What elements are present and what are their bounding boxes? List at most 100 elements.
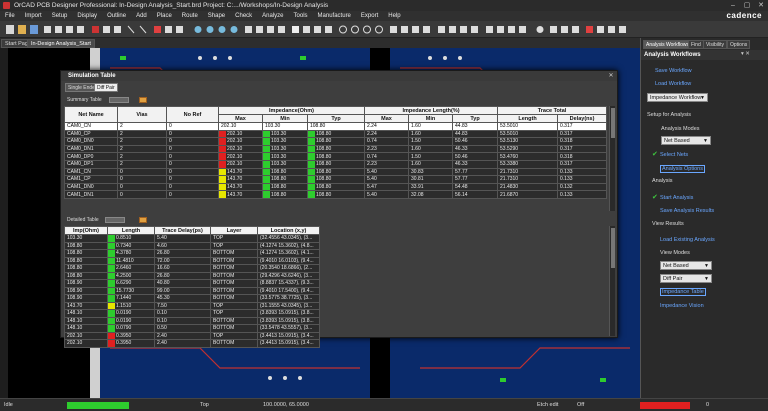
table-cell[interactable]: 103.30 [262,122,308,131]
table-cell[interactable]: 0 [166,122,219,131]
table-cell[interactable]: 0.133 [557,175,608,184]
col-no-ref[interactable]: No Ref [166,106,219,123]
table-cell[interactable]: TOP [210,234,258,243]
table-cell[interactable]: 0.318 [557,152,608,161]
table-cell[interactable]: 21.7310 [497,175,559,184]
table-cell[interactable]: 21.4830 [497,182,559,192]
table-cell[interactable]: BOTTOM [210,256,258,265]
table-cell[interactable]: 108.80 [306,159,366,169]
table-row[interactable]: 108.90 7.1440 45.30 BOTTOM (33.5775 38.7725)… [64,294,320,303]
tab-analysis-workflows[interactable]: Analysis Workflows [643,40,692,49]
table-cell[interactable]: 7.1440 [107,294,155,303]
col-len-typ[interactable]: Typ [452,114,499,123]
table-cell[interactable]: 202.10 [218,144,263,154]
table-cell[interactable]: BOTTOM [210,271,258,280]
menu-shape[interactable]: Shape [203,11,230,21]
table-cell[interactable]: 108.80 [306,190,366,199]
table-cell[interactable]: 143.70 [218,182,263,192]
table-cell[interactable]: 0 [166,159,219,169]
table-cell[interactable]: 0.8510 [107,234,155,243]
tab-options[interactable]: Options [727,40,751,49]
table-cell[interactable]: 0 [166,144,219,154]
table-cell[interactable]: 5.40 [154,234,211,243]
table-row[interactable]: 148.10 0.0190 0.10 TOP (3.8393 15.0915), (3.… [64,309,320,318]
table-cell[interactable]: 1.60 [408,144,454,154]
col-len-max[interactable]: Max [364,114,410,123]
tab-board[interactable]: In-Design Analysis_Start [27,39,95,48]
col-imp-typ[interactable]: Typ [306,114,366,123]
col-location[interactable]: Location (x,y) [257,226,320,235]
maximize-button[interactable]: ▢ [740,0,754,11]
table-cell[interactable]: 148.10 [64,324,108,333]
table-cell[interactable]: TOP [210,331,258,340]
table-cell[interactable]: 202.10 [218,152,263,161]
table-cell[interactable]: 0.0190 [107,309,155,318]
load-existing-link[interactable]: Load Existing Analysis [660,237,715,243]
table-row[interactable]: 108.80 0.7340 4.60 TOP (4.1274 15.3602), (4.… [64,241,320,250]
table-cell[interactable]: 0.74 [364,152,410,161]
table-cell[interactable]: 143.70 [218,167,263,177]
menu-route[interactable]: Route [177,11,203,21]
table-cell[interactable]: 57.77 [452,167,499,177]
table-cell[interactable]: 108.80 [262,182,308,192]
summary-scrollbar[interactable] [609,106,615,211]
table-cell[interactable]: BOTTOM [210,316,258,325]
table-cell[interactable]: BOTTOM [210,264,258,273]
table-cell[interactable]: 202.10 [218,159,263,169]
tab-visibility[interactable]: Visibility [703,40,727,49]
table-cell[interactable]: 0.3950 [107,331,155,340]
col-len-min[interactable]: Min [408,114,454,123]
table-cell[interactable]: 108.80 [262,190,308,199]
table-cell[interactable]: 0 [166,167,219,177]
table-cell[interactable]: 0.317 [557,129,608,139]
table-cell[interactable]: 0 [166,129,219,139]
col-imp-min[interactable]: Min [262,114,308,123]
table-cell[interactable]: 108.80 [64,256,108,265]
table-cell[interactable]: 108.80 [306,122,366,131]
menu-file[interactable]: File [0,11,20,21]
table-row[interactable]: 108.90 6.6290 40.80 BOTTOM (8.8837 15.4337),… [64,279,320,288]
col-trace-delay[interactable]: Trace Delay(ps) [154,226,211,235]
table-cell[interactable]: 2 [117,122,167,131]
table-cell[interactable]: 44.83 [452,122,499,131]
table-row[interactable]: 108.80 4.2500 26.80 BOTTOM (29.4296 43.6246)… [64,271,320,280]
menu-setup[interactable]: Setup [47,11,73,21]
table-cell[interactable]: 21.7310 [497,167,559,177]
table-cell[interactable]: 53.5290 [497,144,559,154]
table-cell[interactable]: 0.133 [557,167,608,177]
table-cell[interactable]: CAM1_DN1 [64,190,118,199]
table-row[interactable]: 143.70 1.1510 7.50 TOP (31.1555 43.0345), (3… [64,301,320,310]
table-cell[interactable]: 0 [166,182,219,192]
workflow-select[interactable]: Impedance Workflow ▼ [647,93,708,102]
col-vias[interactable]: Vias [117,106,167,123]
toolbar-icons[interactable] [0,21,640,38]
table-cell[interactable]: 0.74 [364,137,410,146]
table-cell[interactable]: 2.6460 [107,264,155,273]
table-cell[interactable]: 1.60 [408,122,454,131]
view-mode2-select[interactable]: Diff Pair ▼ [660,274,712,283]
table-cell[interactable]: 103.30 [262,144,308,154]
table-cell[interactable]: 5.47 [364,182,410,192]
table-cell[interactable]: 0.3950 [107,339,155,348]
table-row[interactable]: 108.80 4.3780 26.80 BOTTOM (4.1274 15.3602),… [64,249,320,258]
table-cell[interactable]: (9.4010 17.5400), (9.4... [257,286,320,295]
table-cell[interactable]: 53.5010 [497,122,559,131]
table-row[interactable]: CAM0_DP1 2 0 202.10 103.30 108.80 2.23 1.60 46.3… [64,159,608,169]
table-row[interactable]: 108.80 11.4810 72.00 BOTTOM (9.4010 16.0103)… [64,256,320,265]
table-cell[interactable]: CAM0_DN1 [64,144,118,154]
analysis-mode-select[interactable]: Net Based ▼ [661,136,711,145]
table-cell[interactable]: TOP [210,241,258,250]
tab-diff-pair[interactable]: Diff Pair [94,83,118,92]
table-row[interactable]: 202.10 0.3950 2.40 BOTTOM (3.4413 15.0915), … [64,339,320,348]
table-cell[interactable]: BOTTOM [210,249,258,258]
table-cell[interactable]: 108.80 [306,144,366,154]
table-cell[interactable]: 108.80 [306,175,366,184]
table-cell[interactable]: (33.5478 43.5557), (3... [257,324,320,333]
start-analysis-link[interactable]: Start Analysis [660,195,693,201]
table-cell[interactable]: (8.8837 15.4337), (9.3... [257,279,320,288]
table-cell[interactable]: 1.50 [408,152,454,161]
impedance-vision-link[interactable]: Impedance Vision [660,303,704,309]
table-cell[interactable]: 2.24 [364,122,410,131]
table-cell[interactable]: 0 [166,175,219,184]
table-cell[interactable]: CAM1_DN0 [64,182,118,192]
